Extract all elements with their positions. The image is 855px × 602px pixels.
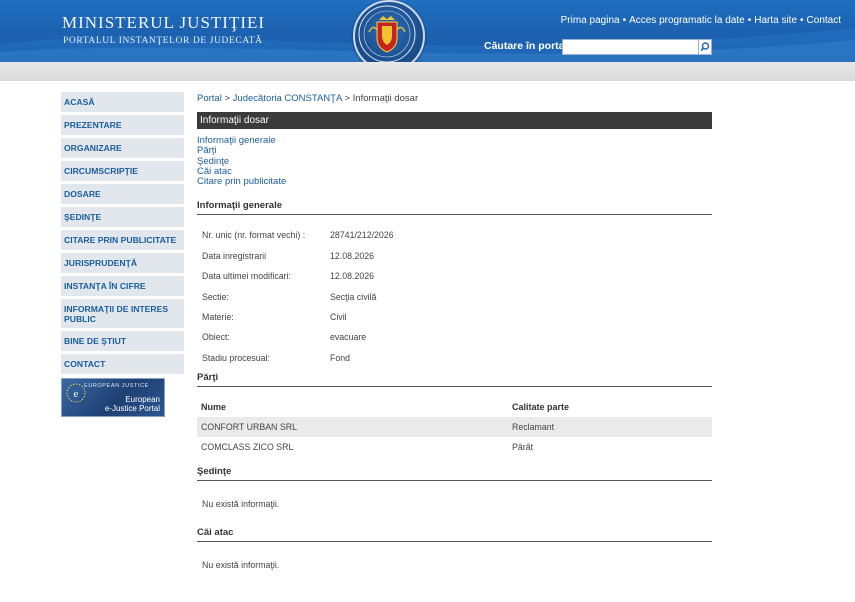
nav-prima-pagina[interactable]: Prima pagina — [561, 15, 620, 26]
info-row: Data inregistrarii 12.08.2026 — [197, 251, 712, 271]
sidebar-item-sedinte[interactable]: ŞEDINŢE — [61, 207, 184, 227]
sidebar-item-prezentare[interactable]: PREZENTARE — [61, 115, 184, 135]
sidebar-item-dosare[interactable]: DOSARE — [61, 184, 184, 204]
info-value: evacuare — [330, 332, 367, 343]
breadcrumb-portal[interactable]: Portal — [197, 93, 222, 104]
info-value: Secţia civilă — [330, 291, 377, 302]
search-label: Căutare în portal — [484, 40, 568, 52]
sidebar-item-citare[interactable]: CITARE PRIN PUBLICITATE — [61, 230, 184, 250]
sidebar-item-acasa[interactable]: ACASĂ — [61, 92, 184, 112]
search-input[interactable] — [562, 39, 700, 55]
search-button[interactable] — [698, 39, 712, 55]
nav-acces-programatic[interactable]: Acces programatic la date — [629, 15, 745, 26]
info-row: Obiect: evacuare — [197, 332, 712, 352]
sidebar-item-circumscriptie[interactable]: CIRCUMSCRIPŢIE — [61, 161, 184, 181]
table-row: COMCLASS ZICO SRL Pârât — [197, 437, 712, 457]
breadcrumb: Portal > Judecătoria CONSTANŢA > Informa… — [197, 92, 712, 106]
search-icon — [700, 42, 710, 52]
section-heading-general: Informaţii generale — [197, 200, 712, 216]
info-row: Sectie: Secţia civilă — [197, 292, 712, 312]
info-label: Sectie: — [202, 291, 229, 302]
nav-separator: • — [622, 15, 627, 26]
breadcrumb-court[interactable]: Judecătoria CONSTANŢA — [233, 93, 342, 104]
top-nav: Prima pagina • Acces programatic la date • H… — [561, 15, 841, 26]
sidebar-item-informatii-interes-public[interactable]: INFORMAŢII DE INTERES PUBLIC — [61, 299, 184, 328]
crest-icon — [358, 5, 416, 63]
info-label: Stadiu procesual: — [202, 352, 270, 363]
info-value: 28741/212/2026 — [330, 230, 394, 241]
section-quick-links: Informaţii generale Părţi Şedinţe Căi at… — [197, 135, 712, 187]
nav-contact[interactable]: Contact — [807, 15, 841, 26]
breadcrumb-current: Informaţii dosar — [352, 93, 419, 104]
subheader-bar — [0, 62, 855, 81]
sidebar-item-organizare[interactable]: ORGANIZARE — [61, 138, 184, 158]
info-row: Nr. unic (nr. format vechi) : 28741/212/2… — [197, 230, 712, 250]
ejustice-line2: e-Justice Portal — [104, 403, 160, 413]
party-role: Pârât — [512, 441, 534, 452]
nav-harta-site[interactable]: Harta site — [754, 15, 797, 26]
info-row: Materie: Civil — [197, 312, 712, 332]
section-heading-cai-atac: Căi atac — [197, 527, 712, 542]
sidebar-menu: ACASĂ PREZENTARE ORGANIZARE CIRCUMSCRIPŢ… — [61, 92, 184, 417]
quick-link-sedinte[interactable]: Şedinţe — [197, 156, 712, 167]
info-value: 12.08.2026 — [330, 250, 375, 261]
ejustice-title: European e-Justice Portal — [104, 395, 160, 413]
breadcrumb-separator: > — [344, 93, 350, 104]
info-label: Data inregistrarii — [202, 250, 267, 261]
cai-atac-empty-message: Nu există informaţii. — [202, 559, 280, 570]
info-row: Stadiu procesual: Fond — [197, 353, 712, 372]
parties-table-header: Nume Calitate parte — [197, 397, 712, 417]
site-header: MINISTERUL JUSTIŢIEI PORTALUL INSTANŢELO… — [0, 0, 855, 62]
section-heading-sedinte: Şedinţe — [197, 466, 712, 481]
quick-link-citare[interactable]: Citare prin publicitate — [197, 176, 712, 187]
info-value: Fond — [330, 352, 351, 363]
site-title[interactable]: MINISTERUL JUSTIŢIEI — [62, 13, 265, 33]
sidebar-item-jurisprudenta[interactable]: JURISPRUDENŢĂ — [61, 253, 184, 273]
ejustice-small-text: EUROPEAN JUSTICE — [84, 383, 149, 389]
quick-link-informatii-generale[interactable]: Informaţii generale — [197, 135, 712, 146]
info-value: 12.08.2026 — [330, 271, 375, 282]
column-header-calitate: Calitate parte — [512, 401, 570, 412]
info-label: Materie: — [202, 312, 234, 323]
section-heading-parti: Părţi — [197, 372, 712, 387]
party-name: CONFORT URBAN SRL — [201, 421, 297, 432]
party-name: COMCLASS ZICO SRL — [201, 441, 294, 452]
sidebar-item-contact[interactable]: CONTACT — [61, 354, 184, 374]
parties-table: Nume Calitate parte CONFORT URBAN SRL Re… — [197, 397, 712, 457]
sedinte-empty-message: Nu există informaţii. — [202, 498, 280, 509]
sidebar-item-bine-de-stiut[interactable]: BINE DE ŞTIUT — [61, 331, 184, 351]
info-label: Data ultimei modificari: — [202, 271, 291, 282]
breadcrumb-separator: > — [224, 93, 231, 104]
nav-separator: • — [747, 15, 752, 26]
main-content: Portal > Judecătoria CONSTANŢA > Informa… — [197, 92, 712, 570]
column-header-nume: Nume — [201, 401, 227, 412]
info-label: Obiect: — [202, 332, 230, 343]
panel-title: Informaţii dosar — [197, 112, 712, 129]
quick-link-parti[interactable]: Părţi — [197, 145, 712, 156]
table-row: CONFORT URBAN SRL Reclamant — [197, 416, 712, 437]
general-info-list: Nr. unic (nr. format vechi) : 28741/212/2… — [197, 230, 712, 371]
ejustice-portal-banner[interactable]: e EUROPEAN JUSTICE European e-Justice Po… — [61, 378, 165, 417]
party-role: Reclamant — [512, 421, 555, 432]
info-value: Civil — [330, 312, 347, 323]
sidebar-item-instanta-in-cifre[interactable]: INSTANŢA ÎN CIFRE — [61, 276, 184, 296]
info-label: Nr. unic (nr. format vechi) : — [202, 230, 306, 241]
info-row: Data ultimei modificari: 12.08.2026 — [197, 271, 712, 291]
svg-text:e: e — [74, 388, 79, 400]
nav-separator: • — [800, 15, 804, 26]
site-subtitle: PORTALUL INSTANŢELOR DE JUDECATĂ — [63, 36, 263, 46]
